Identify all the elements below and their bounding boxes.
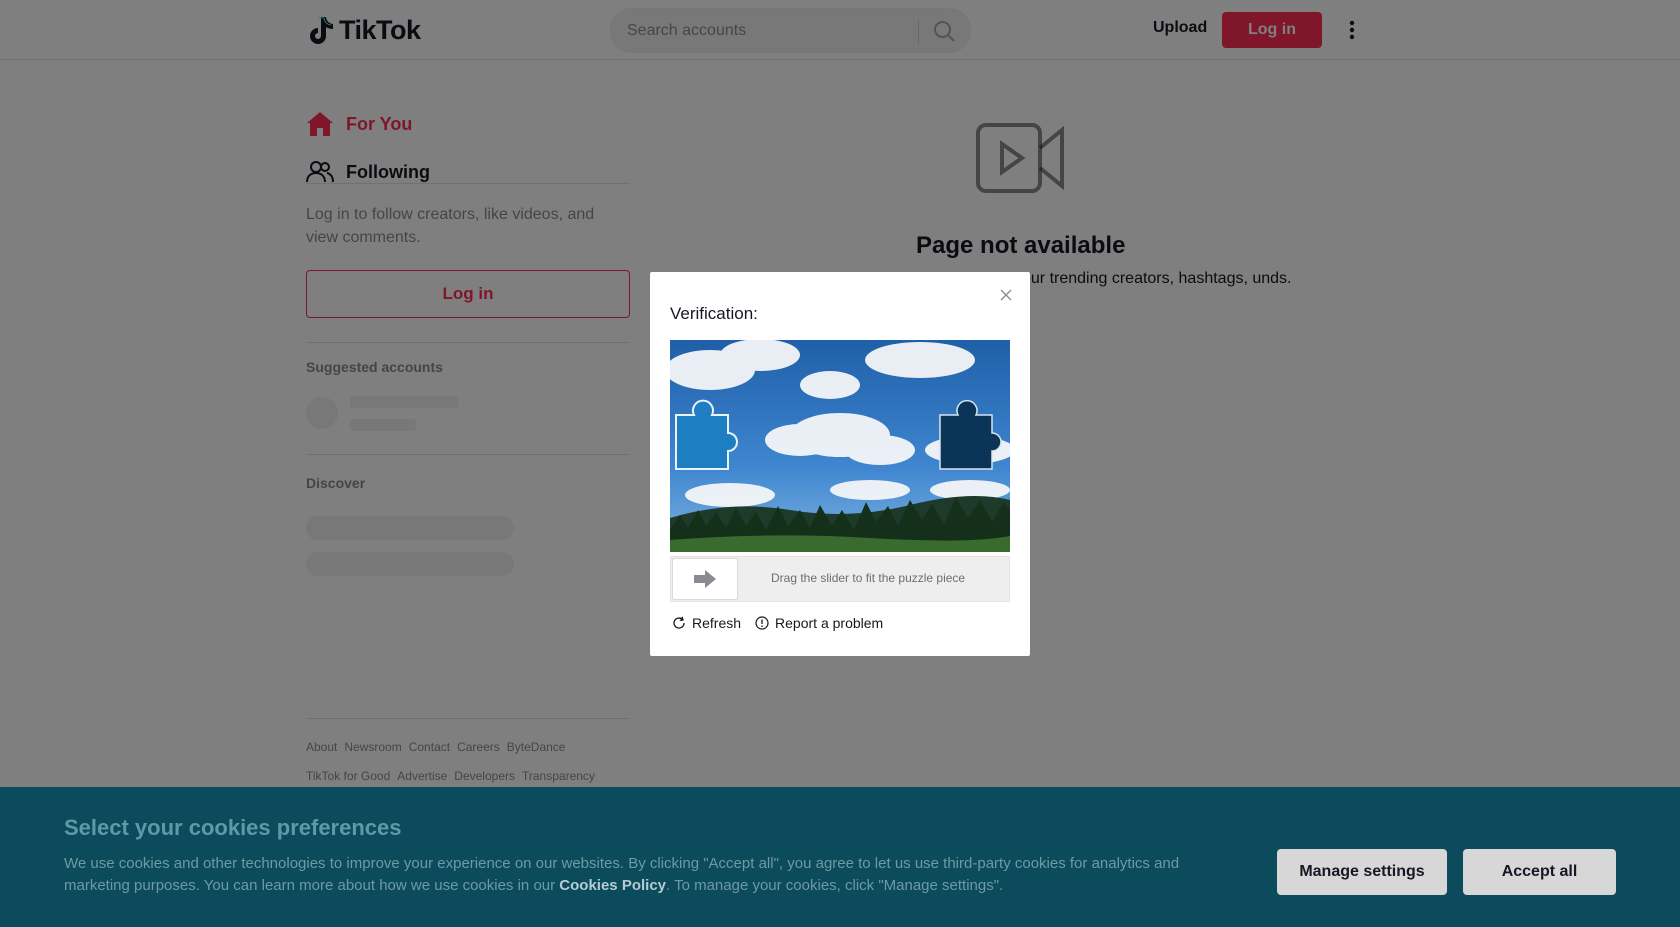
close-icon xyxy=(1000,289,1012,301)
slider-hint-text: Drag the slider to fit the puzzle piece xyxy=(771,571,966,585)
landscape-image xyxy=(670,340,1010,552)
slider-handle[interactable] xyxy=(672,558,738,600)
info-circle-icon xyxy=(755,616,769,630)
cookie-text-after-link: . To manage your cookies, click "Manage … xyxy=(666,877,1004,894)
cookie-banner-title: Select your cookies preferences xyxy=(64,815,402,840)
cookies-policy-link[interactable]: Cookies Policy xyxy=(559,877,666,894)
refresh-button[interactable]: Refresh xyxy=(672,615,741,631)
accept-all-button[interactable]: Accept all xyxy=(1463,849,1616,895)
report-problem-button[interactable]: Report a problem xyxy=(755,615,883,631)
refresh-icon xyxy=(673,616,685,629)
arrow-right-icon xyxy=(694,570,716,588)
verification-modal: Verification: Drag the slider to fit the… xyxy=(650,272,1030,656)
cookie-banner: Select your cookies preferences We use c… xyxy=(0,787,1680,927)
close-button[interactable] xyxy=(997,286,1015,304)
verification-title: Verification: xyxy=(670,304,758,323)
cookie-banner-text: We use cookies and other technologies to… xyxy=(64,853,1224,897)
captcha-puzzle-image xyxy=(670,340,1010,552)
report-problem-label: Report a problem xyxy=(775,615,884,631)
manage-settings-button[interactable]: Manage settings xyxy=(1277,849,1447,895)
captcha-slider-track: Drag the slider to fit the puzzle piece xyxy=(670,556,1010,602)
refresh-label: Refresh xyxy=(692,615,742,631)
captcha-actions: Refresh Report a problem xyxy=(672,615,883,631)
